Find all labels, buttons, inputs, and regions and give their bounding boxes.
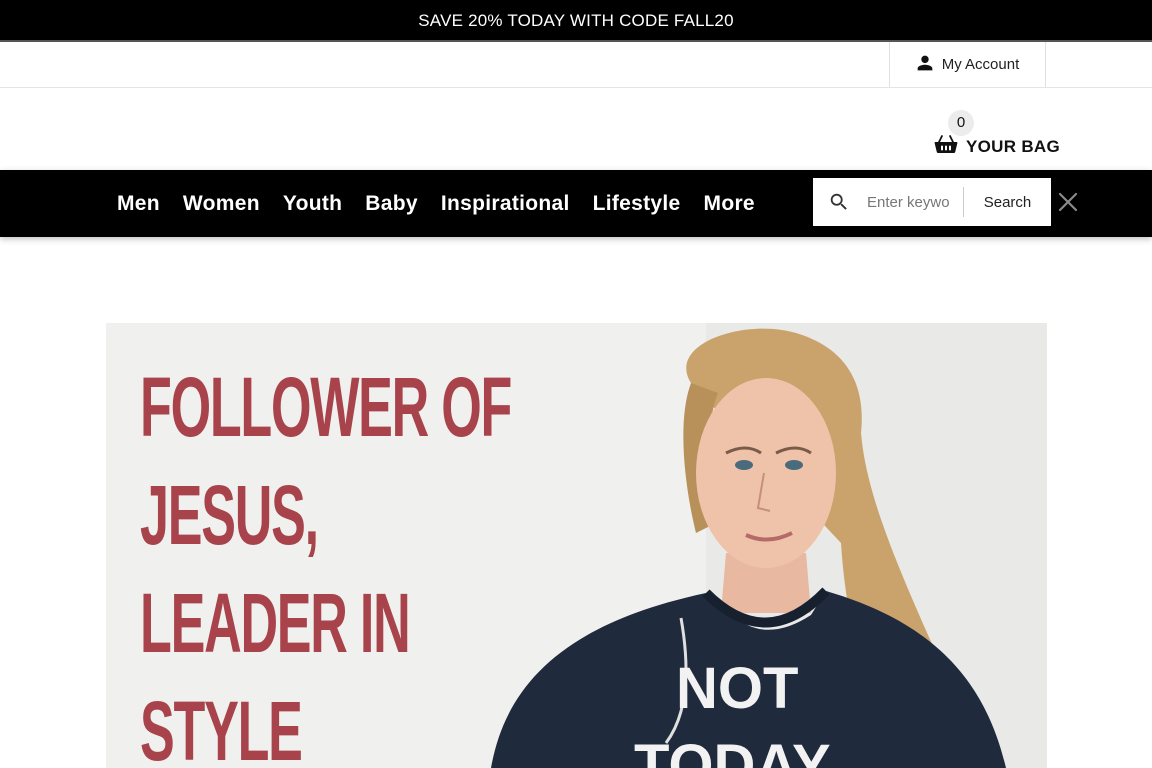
hero-headline-line-2: JESUS, xyxy=(140,468,319,562)
search-button[interactable]: Search xyxy=(964,194,1051,211)
hero-headline: FOLLOWER OF JESUS, LEADER IN STYLE xyxy=(140,353,512,768)
my-account-link[interactable]: My Account xyxy=(889,42,1046,87)
search-icon[interactable] xyxy=(813,191,865,213)
nav-item-lifestyle[interactable]: Lifestyle xyxy=(593,192,681,216)
nav-item-more[interactable]: More xyxy=(704,192,755,216)
your-bag-label: YOUR BAG xyxy=(966,136,1061,156)
person-icon xyxy=(916,54,934,76)
my-account-label: My Account xyxy=(941,56,1020,73)
nav-item-baby[interactable]: Baby xyxy=(365,192,418,216)
top-utility-bar: My Account xyxy=(0,42,1152,88)
nav-item-women[interactable]: Women xyxy=(183,192,260,216)
promo-banner: SAVE 20% TODAY WITH CODE FALL20 xyxy=(0,0,1152,42)
close-icon[interactable] xyxy=(1057,191,1079,213)
nav-item-men[interactable]: Men xyxy=(117,192,160,216)
nav-menu: Men Women Youth Baby Inspirational Lifes… xyxy=(117,170,755,237)
nav-item-inspirational[interactable]: Inspirational xyxy=(441,192,570,216)
hero-headline-line-1: FOLLOWER OF xyxy=(140,360,512,454)
nav-item-youth[interactable]: Youth xyxy=(283,192,342,216)
shopping-basket-icon xyxy=(934,134,958,159)
search-input[interactable] xyxy=(865,187,959,217)
your-bag-button[interactable]: 0 YOUR BAG xyxy=(930,110,1060,160)
shirt-text-today: TODAY xyxy=(634,733,831,768)
shirt-text-not: NOT xyxy=(676,656,798,721)
bag-count-badge: 0 xyxy=(948,110,974,136)
hero-banner-image[interactable]: NOT TODAY FOLLOWER OF JESUS, LEADER IN S… xyxy=(106,323,1047,768)
search-form: Search xyxy=(813,178,1051,226)
main-navigation: Men Women Youth Baby Inspirational Lifes… xyxy=(0,170,1152,237)
hero-headline-line-4: STYLE xyxy=(140,684,303,768)
hero-headline-line-3: LEADER IN xyxy=(140,576,411,670)
promo-banner-text: SAVE 20% TODAY WITH CODE FALL20 xyxy=(418,11,734,30)
